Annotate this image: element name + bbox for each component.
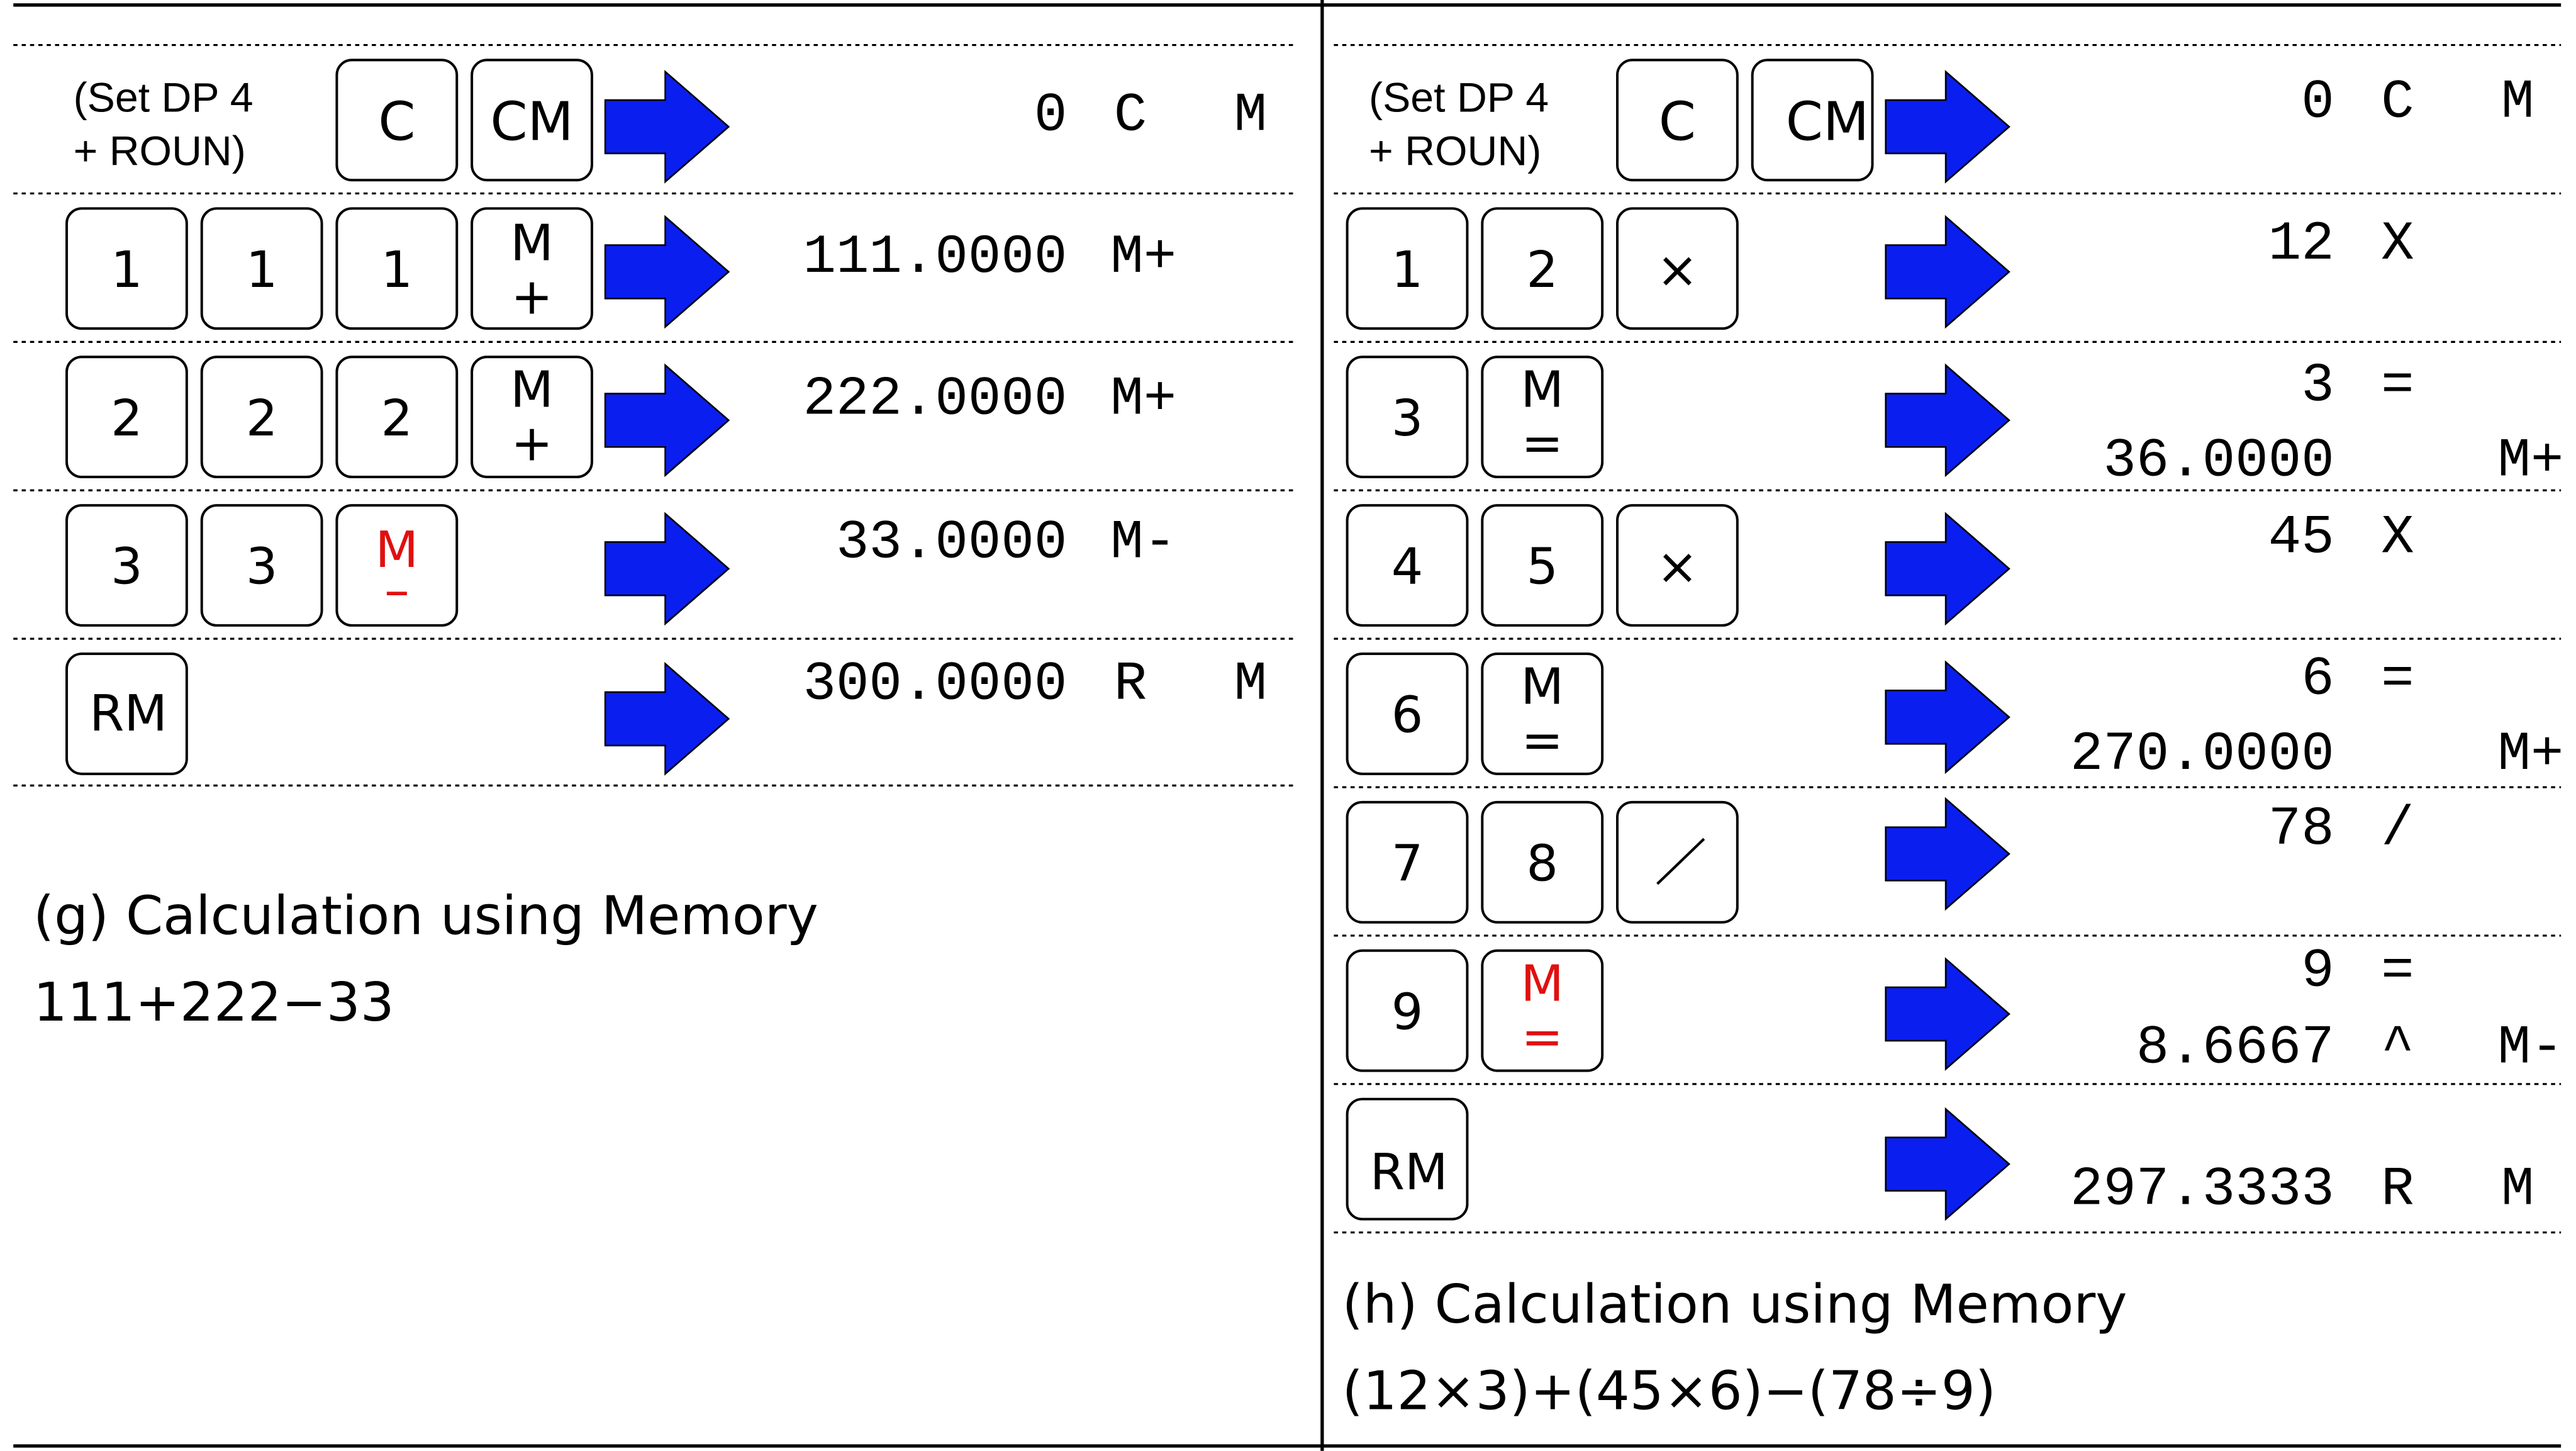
- right-arrow-icon: [604, 364, 730, 476]
- right-arrow-icon: [1885, 1108, 2010, 1220]
- key-label: M: [1520, 658, 1564, 716]
- key-label: 2: [1526, 240, 1558, 299]
- right-arrow-icon: [1885, 364, 2010, 476]
- key-label-red: =: [1521, 1007, 1563, 1066]
- display-value: 9: [2301, 940, 2334, 1002]
- key-label: 3: [246, 537, 278, 596]
- display-value: 8.6667: [2136, 1017, 2334, 1079]
- right-arrow-icon: [1885, 70, 2010, 183]
- display-flag: =: [2381, 355, 2414, 417]
- display-value: 0: [2301, 72, 2334, 134]
- display-value: 78: [2268, 798, 2334, 861]
- right-panel: (Set DP 4 + ROUN) C CM 0 C M 1 2 × 12 X …: [1334, 43, 2563, 1423]
- calculator-memory-figure: (Set DP 4 + ROUN) C CM 0 C M 1 1 1 M + 1…: [0, 0, 2576, 1451]
- key-label: 1: [246, 240, 278, 299]
- right-arrow-icon: [604, 216, 730, 328]
- key-label: 3: [1391, 389, 1424, 447]
- key-label: 7: [1391, 834, 1424, 892]
- display-value: 45: [2268, 507, 2334, 569]
- key-label: 4: [1391, 537, 1424, 596]
- left-panel: (Set DP 4 + ROUN) C CM 0 C M 1 1 1 M + 1…: [13, 43, 1298, 1034]
- display-memory-flag: M-: [2497, 1017, 2563, 1079]
- display-value: 111.0000: [803, 227, 1067, 289]
- display-value: 36.0000: [2103, 430, 2334, 492]
- display-value: 270.0000: [2070, 724, 2334, 786]
- display-value: 297.3333: [2070, 1159, 2334, 1221]
- key-label: 6: [1391, 686, 1424, 744]
- display-memory-flag: M+: [2497, 430, 2563, 492]
- key-cm-label: CM: [1786, 91, 1869, 154]
- display-memory-flag: M: [2501, 72, 2534, 134]
- display-flag: C: [2381, 72, 2414, 134]
- key-c-label: C: [378, 91, 415, 154]
- display-flag: R: [2381, 1159, 2414, 1221]
- key-label-red: –: [384, 561, 410, 619]
- key-label: 3: [111, 537, 143, 596]
- display-flag: /: [2381, 798, 2414, 861]
- display-flag: =: [2381, 940, 2414, 1002]
- key-label: RM: [89, 684, 167, 742]
- key-label: 1: [381, 240, 413, 299]
- key-label: M: [510, 361, 554, 419]
- key-label: ×: [1656, 240, 1698, 299]
- display-value: 3: [2301, 355, 2334, 417]
- formula-h: (12×3)+(45×6)−(78÷9): [1342, 1360, 1996, 1423]
- display-flag: X: [2381, 213, 2414, 276]
- display-flag: X: [2381, 507, 2414, 569]
- key-label: M: [510, 213, 554, 272]
- figure-canvas: (Set DP 4 + ROUN) C CM 0 C M 1 1 1 M + 1…: [13, 0, 2563, 1451]
- key-label: 5: [1526, 537, 1558, 596]
- display-flag: ^: [2381, 1017, 2414, 1079]
- display-flag: R: [1114, 654, 1147, 716]
- formula-g: 111+222−33: [33, 972, 394, 1034]
- display-value: 0: [1034, 85, 1067, 147]
- set-dp-note: (Set DP 4: [74, 75, 254, 121]
- right-arrow-icon: [1885, 958, 2010, 1070]
- caption-g: (g) Calculation using Memory: [33, 885, 818, 947]
- key-label: +: [511, 414, 553, 473]
- key-label: 1: [111, 240, 143, 299]
- right-arrow-icon: [604, 513, 730, 625]
- display-memory-flag: M: [2501, 1159, 2534, 1221]
- right-arrow-icon: [1885, 661, 2010, 773]
- display-flag: M-: [1110, 512, 1176, 574]
- key-label: 2: [246, 389, 278, 447]
- key-label: =: [1521, 414, 1563, 473]
- key-label: ×: [1656, 537, 1698, 596]
- key-label: 8: [1526, 834, 1558, 892]
- key-label: M: [1520, 361, 1564, 419]
- right-arrow-icon: [1885, 513, 2010, 625]
- key-cm-label: CM: [490, 91, 573, 154]
- key-divide: [1615, 800, 1739, 924]
- right-arrow-icon: [1885, 798, 2010, 910]
- key-label-red: M: [1520, 954, 1564, 1012]
- set-dp-note: (Set DP 4: [1369, 75, 1549, 121]
- key-c-label: C: [1659, 91, 1696, 154]
- key-label: =: [1521, 710, 1563, 769]
- right-arrow-icon: [1885, 216, 2010, 328]
- key-label: 9: [1391, 982, 1424, 1041]
- display-value: 222.0000: [803, 368, 1067, 430]
- display-memory-flag: M: [1234, 654, 1267, 716]
- key-label: RM: [1370, 1143, 1448, 1201]
- display-flag: =: [2381, 649, 2414, 711]
- display-memory-flag: M: [1234, 85, 1267, 147]
- key-label: 2: [111, 389, 143, 447]
- set-dp-note: + ROUN): [74, 128, 246, 174]
- key-label: +: [511, 267, 553, 325]
- display-flag: M+: [1110, 368, 1176, 430]
- display-value: 6: [2301, 649, 2334, 711]
- right-arrow-icon: [604, 663, 730, 775]
- display-value: 300.0000: [803, 654, 1067, 716]
- caption-h: (h) Calculation using Memory: [1342, 1274, 2127, 1336]
- right-arrow-icon: [604, 70, 730, 183]
- key-label: 1: [1391, 240, 1424, 299]
- display-memory-flag: M+: [2497, 724, 2563, 786]
- display-flag: C: [1114, 85, 1147, 147]
- key-label: 2: [381, 389, 413, 447]
- display-value: 12: [2268, 213, 2334, 276]
- display-value: 33.0000: [836, 512, 1067, 574]
- set-dp-note: + ROUN): [1369, 128, 1541, 174]
- display-flag: M+: [1110, 227, 1176, 289]
